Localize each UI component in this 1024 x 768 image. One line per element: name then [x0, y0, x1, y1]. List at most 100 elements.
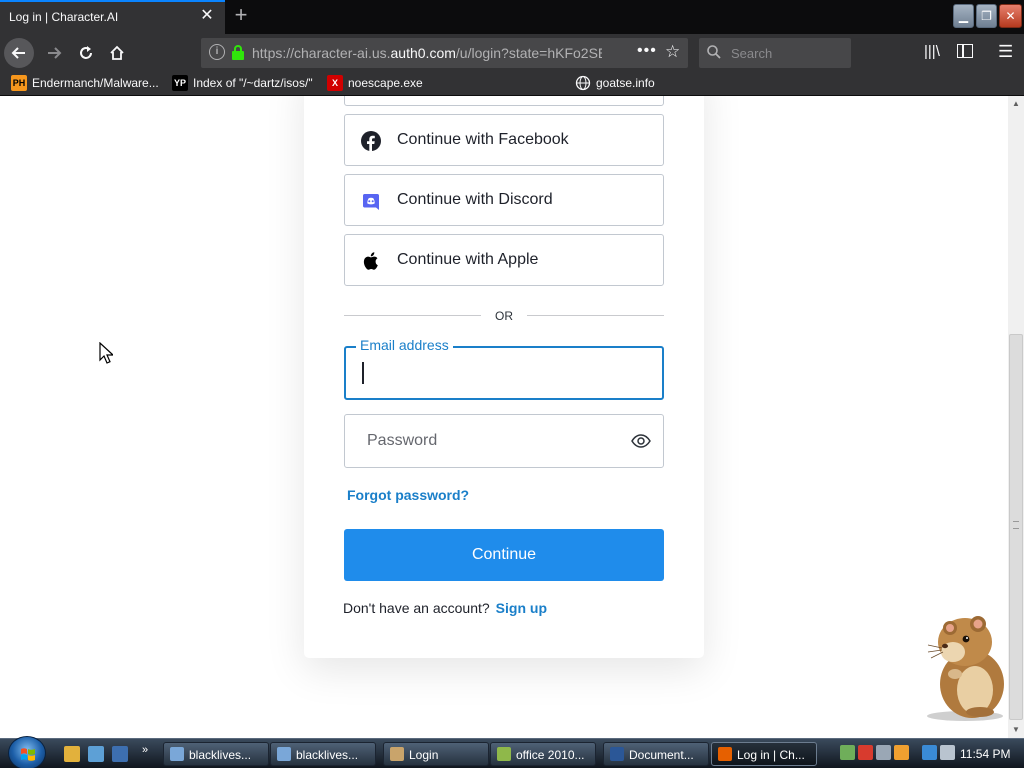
continue-with-facebook-button[interactable]: Continue with Facebook: [344, 114, 664, 166]
continue-button[interactable]: Continue: [344, 529, 664, 581]
task-label: Login: [409, 748, 439, 762]
bookmark-favicon-icon: YP: [172, 75, 188, 91]
bookmark-item[interactable]: PH Endermanch/Malware...: [11, 75, 159, 93]
page-viewport: Continue with Facebook Continue with Dis…: [0, 96, 1008, 738]
login-card: Continue with Facebook Continue with Dis…: [304, 96, 704, 658]
quicklaunch-browser-icon[interactable]: [88, 746, 104, 762]
tab-title: Log in | Character.AI: [9, 10, 119, 24]
home-icon: [110, 45, 124, 60]
back-arrow-icon: [11, 47, 25, 59]
close-window-button[interactable]: ✕: [999, 4, 1022, 28]
bookmark-label: goatse.info: [596, 76, 655, 90]
or-label: OR: [495, 309, 513, 323]
signup-row: Don't have an account? Sign up: [343, 600, 547, 616]
scroll-down-arrow-icon[interactable]: ▼: [1008, 722, 1024, 738]
task-app-icon: [390, 747, 404, 761]
browser-tab-strip: Log in | Character.AI ✕ + ▁ ❐ ✕: [0, 0, 1024, 34]
mouse-pointer-icon: [99, 342, 113, 364]
new-tab-button[interactable]: +: [229, 3, 253, 29]
taskbar-button[interactable]: blacklives...: [163, 742, 269, 766]
url-domain: auth0.com: [390, 45, 456, 61]
site-info-icon[interactable]: i: [209, 44, 225, 60]
reload-button[interactable]: [72, 39, 100, 67]
facebook-icon: [361, 131, 381, 151]
page-actions-icon[interactable]: •••: [637, 42, 657, 60]
or-divider: OR: [344, 308, 664, 324]
windows-logo-icon: [21, 748, 35, 761]
bookmarks-toolbar: PH Endermanch/Malware... YP Index of "/~da…: [0, 72, 1024, 96]
sidebar-toggle-icon[interactable]: [957, 44, 973, 58]
forward-arrow-icon: [48, 47, 62, 59]
bookmark-star-icon[interactable]: ☆: [665, 42, 680, 62]
system-clock[interactable]: 11:54 PM: [960, 747, 1010, 761]
task-app-icon: [277, 747, 291, 761]
hamburger-menu-icon[interactable]: ☰: [998, 42, 1013, 62]
bookmark-label: Endermanch/Malware...: [32, 76, 159, 90]
continue-with-discord-button[interactable]: Continue with Discord: [344, 174, 664, 226]
forgot-password-link[interactable]: Forgot password?: [347, 487, 469, 503]
tray-security-icon[interactable]: [858, 745, 873, 760]
vertical-scrollbar[interactable]: ▲ ▼: [1008, 96, 1024, 738]
browser-toolbar: i https://character-ai.us.auth0.com/u/lo…: [0, 34, 1024, 72]
hamster-mascot-icon[interactable]: [920, 612, 1010, 722]
password-field[interactable]: Password: [344, 414, 664, 468]
task-app-icon: [497, 747, 511, 761]
scrollbar-grip: [1013, 521, 1019, 529]
quicklaunch-overflow-icon[interactable]: »: [142, 744, 148, 756]
home-button[interactable]: [103, 39, 131, 67]
quicklaunch-explorer-icon[interactable]: [64, 746, 80, 762]
email-field[interactable]: Email address: [344, 337, 664, 400]
network-icon[interactable]: [922, 745, 937, 760]
password-placeholder: Password: [367, 432, 438, 449]
bookmark-item[interactable]: YP Index of "/~dartz/isos/": [172, 75, 313, 93]
discord-icon: [363, 194, 379, 210]
volume-icon[interactable]: [940, 745, 955, 760]
divider-line: [527, 315, 664, 316]
url-bar[interactable]: i https://character-ai.us.auth0.com/u/lo…: [201, 38, 688, 68]
show-password-eye-icon[interactable]: [631, 432, 651, 450]
forward-button[interactable]: [40, 39, 68, 67]
search-icon: [707, 45, 721, 59]
social-button-label: Continue with Facebook: [397, 131, 569, 148]
tab-close-icon[interactable]: ✕: [198, 7, 216, 25]
task-label: Log in | Ch...: [737, 748, 805, 762]
bookmark-label: Index of "/~dartz/isos/": [193, 76, 313, 90]
url-text[interactable]: https://character-ai.us.auth0.com/u/logi…: [252, 45, 602, 61]
task-label: Document...: [629, 748, 694, 762]
scrollbar-thumb[interactable]: [1009, 334, 1023, 720]
bookmark-label: noescape.exe: [348, 76, 423, 90]
search-bar[interactable]: Search: [699, 38, 851, 68]
lock-icon[interactable]: [231, 44, 245, 60]
taskbar-button[interactable]: blacklives...: [270, 742, 376, 766]
task-app-icon: [610, 747, 624, 761]
quicklaunch-desktop-icon[interactable]: [112, 746, 128, 762]
continue-with-apple-button[interactable]: Continue with Apple: [344, 234, 664, 286]
tray-app-icon[interactable]: [840, 745, 855, 760]
taskbar-button[interactable]: Document...: [603, 742, 709, 766]
no-account-text: Don't have an account?: [343, 600, 490, 616]
task-label: blacklives...: [189, 748, 252, 762]
taskbar-button-active[interactable]: Log in | Ch...: [711, 742, 817, 766]
globe-icon: [575, 75, 591, 91]
bookmark-item[interactable]: Xnoescape.exe: [327, 75, 423, 93]
email-label: Email address: [356, 337, 453, 353]
social-login-button-google[interactable]: [344, 96, 664, 106]
minimize-button[interactable]: ▁: [953, 4, 974, 28]
bookmark-item[interactable]: goatse.info: [575, 75, 655, 93]
text-caret: [362, 362, 364, 384]
library-icon[interactable]: |||\: [924, 43, 940, 60]
reload-icon: [80, 46, 92, 59]
url-suffix: /u/login?state=hKFo2SE: [455, 45, 602, 61]
task-label: blacklives...: [296, 748, 359, 762]
social-button-label: Continue with Apple: [397, 251, 539, 268]
taskbar-button[interactable]: office 2010...: [490, 742, 596, 766]
sign-up-link[interactable]: Sign up: [496, 600, 547, 616]
tab-character-ai-login[interactable]: Log in | Character.AI ✕: [0, 0, 225, 34]
back-button[interactable]: [4, 38, 34, 68]
start-button[interactable]: [8, 736, 46, 768]
restore-button[interactable]: ❐: [976, 4, 997, 28]
tray-settings-icon[interactable]: [876, 745, 891, 760]
scroll-up-arrow-icon[interactable]: ▲: [1008, 96, 1024, 112]
taskbar-button[interactable]: Login: [383, 742, 489, 766]
tray-search-icon[interactable]: [894, 745, 909, 760]
